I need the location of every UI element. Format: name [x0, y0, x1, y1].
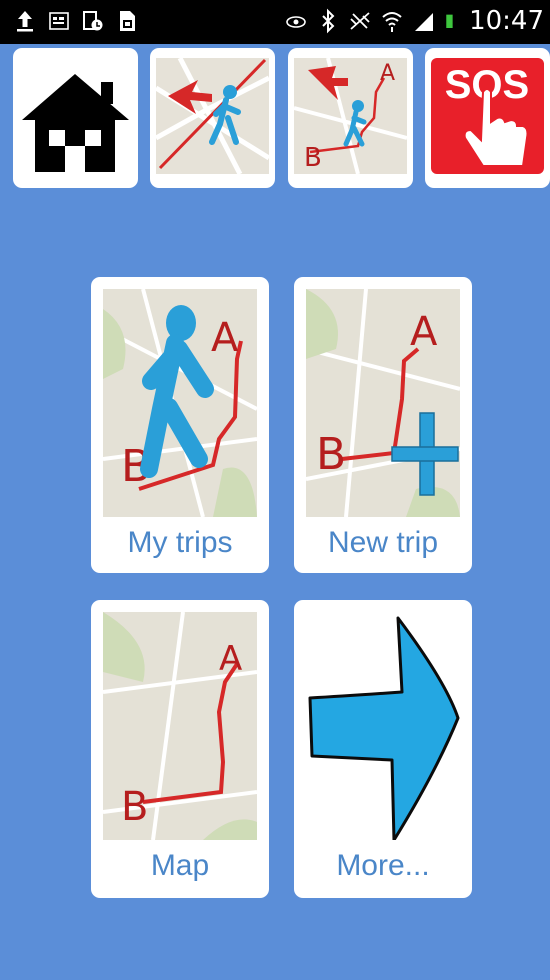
- cell-signal-icon: [413, 8, 435, 34]
- arrow-right-icon: [306, 612, 460, 840]
- bluetooth-icon: [317, 8, 339, 34]
- pedestrian-location-icon: [154, 56, 271, 176]
- map-label: Map: [150, 849, 210, 882]
- status-right-icons: 10:47: [285, 4, 544, 38]
- new-trip-tile[interactable]: A B New trip: [294, 277, 472, 573]
- battery-icon: [445, 8, 459, 34]
- wifi-icon: [381, 8, 403, 34]
- svg-text:A: A: [380, 61, 395, 86]
- point-a-label: A: [410, 309, 438, 355]
- route-button[interactable]: A B: [288, 48, 413, 188]
- map-route-icon: A B: [103, 612, 257, 840]
- sim-icon: [116, 8, 138, 34]
- status-left-icons: [14, 8, 138, 34]
- route-pedestrian-icon: A B: [293, 57, 408, 175]
- home-button[interactable]: [13, 48, 138, 188]
- upload-icon: [14, 8, 36, 34]
- house-icon: [22, 74, 129, 172]
- point-b-label: B: [316, 429, 346, 480]
- eye-icon: [285, 8, 307, 34]
- new-trip-label: New trip: [327, 526, 439, 559]
- map-tile[interactable]: A B Map: [91, 600, 269, 898]
- new-route-plus-icon: A B: [306, 289, 460, 517]
- svg-text:B: B: [304, 143, 322, 173]
- more-label: More...: [336, 849, 430, 882]
- my-trips-tile[interactable]: A B My trips: [91, 277, 269, 573]
- no-signal-icon: [349, 8, 371, 34]
- walking-route-icon: A B: [103, 289, 257, 517]
- point-b-label: B: [121, 784, 148, 830]
- point-a-label: A: [219, 639, 242, 679]
- status-bar: 10:47: [0, 0, 550, 44]
- notification-icon: [48, 8, 70, 34]
- more-tile[interactable]: More...: [294, 600, 472, 898]
- main-screen: A B SOS A B My trips A B New trip A B Ma…: [0, 44, 550, 980]
- my-trips-label: My trips: [127, 526, 233, 559]
- sos-button[interactable]: SOS: [425, 48, 550, 188]
- status-clock: 10:47: [469, 6, 544, 36]
- point-a-label: A: [211, 315, 239, 361]
- location-button[interactable]: [150, 48, 275, 188]
- download-icon: [82, 8, 104, 34]
- sos-hand-icon: SOS: [431, 58, 544, 174]
